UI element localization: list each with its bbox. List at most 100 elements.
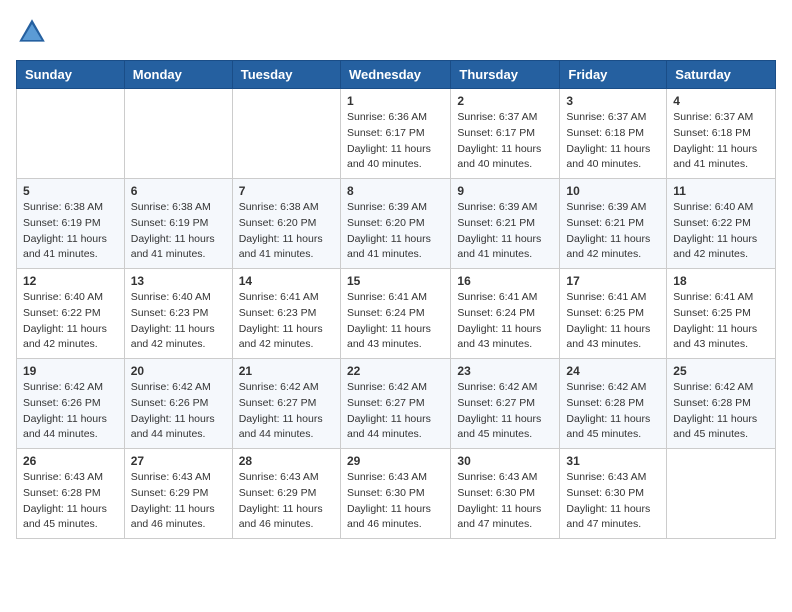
calendar-cell: 16 Sunrise: 6:41 AM Sunset: 6:24 PM Dayli… <box>451 269 560 359</box>
day-info: Sunrise: 6:39 AM Sunset: 6:21 PM Dayligh… <box>457 200 553 263</box>
calendar-cell: 19Sunrise: 6:42 AM Sunset: 6:26 PM Dayli… <box>17 359 125 449</box>
calendar-cell: 18 Sunrise: 6:41 AM Sunset: 6:25 PM Dayli… <box>667 269 776 359</box>
calendar-cell: 22 Sunrise: 6:42 AM Sunset: 6:27 PM Dayli… <box>340 359 450 449</box>
day-number: 3 <box>566 94 660 108</box>
calendar-table: SundayMondayTuesdayWednesdayThursdayFrid… <box>16 60 776 539</box>
day-info: Sunrise: 6:40 AM Sunset: 6:22 PM Dayligh… <box>23 290 118 353</box>
day-info: Sunrise: 6:41 AM Sunset: 6:24 PM Dayligh… <box>457 290 553 353</box>
day-number: 20 <box>131 364 226 378</box>
calendar-cell: 13 Sunrise: 6:40 AM Sunset: 6:23 PM Dayli… <box>124 269 232 359</box>
day-number: 2 <box>457 94 553 108</box>
day-of-week-header: Wednesday <box>340 61 450 89</box>
calendar-cell: 2 Sunrise: 6:37 AM Sunset: 6:17 PM Daylig… <box>451 89 560 179</box>
day-number: 27 <box>131 454 226 468</box>
calendar-cell: 26Sunrise: 6:43 AM Sunset: 6:28 PM Dayli… <box>17 449 125 539</box>
calendar-cell <box>232 89 340 179</box>
calendar-week-row: 1 Sunrise: 6:36 AM Sunset: 6:17 PM Daylig… <box>17 89 776 179</box>
calendar-cell: 7 Sunrise: 6:38 AM Sunset: 6:20 PM Daylig… <box>232 179 340 269</box>
calendar-cell: 15Sunrise: 6:41 AM Sunset: 6:24 PM Dayli… <box>340 269 450 359</box>
day-info: Sunrise: 6:37 AM Sunset: 6:17 PM Dayligh… <box>457 110 553 173</box>
day-number: 29 <box>347 454 444 468</box>
calendar-header-row: SundayMondayTuesdayWednesdayThursdayFrid… <box>17 61 776 89</box>
calendar-cell: 9Sunrise: 6:39 AM Sunset: 6:21 PM Daylig… <box>451 179 560 269</box>
calendar-cell: 14Sunrise: 6:41 AM Sunset: 6:23 PM Dayli… <box>232 269 340 359</box>
day-number: 28 <box>239 454 334 468</box>
calendar-cell: 1 Sunrise: 6:36 AM Sunset: 6:17 PM Daylig… <box>340 89 450 179</box>
day-info: Sunrise: 6:38 AM Sunset: 6:19 PM Dayligh… <box>23 200 118 263</box>
day-info: Sunrise: 6:43 AM Sunset: 6:30 PM Dayligh… <box>457 470 553 533</box>
calendar-cell <box>124 89 232 179</box>
day-info: Sunrise: 6:43 AM Sunset: 6:29 PM Dayligh… <box>239 470 334 533</box>
day-number: 4 <box>673 94 769 108</box>
calendar-week-row: 26Sunrise: 6:43 AM Sunset: 6:28 PM Dayli… <box>17 449 776 539</box>
page-header <box>16 16 776 48</box>
calendar-cell: 24 Sunrise: 6:42 AM Sunset: 6:28 PM Dayli… <box>560 359 667 449</box>
day-info: Sunrise: 6:39 AM Sunset: 6:21 PM Dayligh… <box>566 200 660 263</box>
day-number: 22 <box>347 364 444 378</box>
calendar-cell: 21 Sunrise: 6:42 AM Sunset: 6:27 PM Dayli… <box>232 359 340 449</box>
day-number: 24 <box>566 364 660 378</box>
calendar-cell <box>667 449 776 539</box>
calendar-cell: 3 Sunrise: 6:37 AM Sunset: 6:18 PM Daylig… <box>560 89 667 179</box>
day-info: Sunrise: 6:36 AM Sunset: 6:17 PM Dayligh… <box>347 110 444 173</box>
calendar-cell: 17Sunrise: 6:41 AM Sunset: 6:25 PM Dayli… <box>560 269 667 359</box>
logo <box>16 16 52 48</box>
day-number: 15 <box>347 274 444 288</box>
day-number: 23 <box>457 364 553 378</box>
day-info: Sunrise: 6:42 AM Sunset: 6:27 PM Dayligh… <box>347 380 444 443</box>
calendar-cell: 12 Sunrise: 6:40 AM Sunset: 6:22 PM Dayli… <box>17 269 125 359</box>
day-info: Sunrise: 6:42 AM Sunset: 6:26 PM Dayligh… <box>131 380 226 443</box>
calendar-week-row: 19Sunrise: 6:42 AM Sunset: 6:26 PM Dayli… <box>17 359 776 449</box>
day-number: 6 <box>131 184 226 198</box>
day-number: 16 <box>457 274 553 288</box>
day-info: Sunrise: 6:42 AM Sunset: 6:27 PM Dayligh… <box>457 380 553 443</box>
day-number: 1 <box>347 94 444 108</box>
day-info: Sunrise: 6:43 AM Sunset: 6:30 PM Dayligh… <box>347 470 444 533</box>
day-number: 26 <box>23 454 118 468</box>
day-info: Sunrise: 6:37 AM Sunset: 6:18 PM Dayligh… <box>673 110 769 173</box>
day-number: 7 <box>239 184 334 198</box>
calendar-cell <box>17 89 125 179</box>
calendar-cell: 31 Sunrise: 6:43 AM Sunset: 6:30 PM Dayli… <box>560 449 667 539</box>
logo-icon <box>16 16 48 48</box>
day-number: 5 <box>23 184 118 198</box>
day-info: Sunrise: 6:40 AM Sunset: 6:23 PM Dayligh… <box>131 290 226 353</box>
day-number: 31 <box>566 454 660 468</box>
calendar-cell: 10 Sunrise: 6:39 AM Sunset: 6:21 PM Dayli… <box>560 179 667 269</box>
calendar-cell: 25 Sunrise: 6:42 AM Sunset: 6:28 PM Dayli… <box>667 359 776 449</box>
day-number: 18 <box>673 274 769 288</box>
day-number: 21 <box>239 364 334 378</box>
day-number: 12 <box>23 274 118 288</box>
day-of-week-header: Sunday <box>17 61 125 89</box>
day-info: Sunrise: 6:42 AM Sunset: 6:28 PM Dayligh… <box>566 380 660 443</box>
day-of-week-header: Friday <box>560 61 667 89</box>
day-info: Sunrise: 6:39 AM Sunset: 6:20 PM Dayligh… <box>347 200 444 263</box>
day-number: 13 <box>131 274 226 288</box>
day-info: Sunrise: 6:42 AM Sunset: 6:26 PM Dayligh… <box>23 380 118 443</box>
day-number: 10 <box>566 184 660 198</box>
day-info: Sunrise: 6:40 AM Sunset: 6:22 PM Dayligh… <box>673 200 769 263</box>
day-number: 14 <box>239 274 334 288</box>
day-info: Sunrise: 6:38 AM Sunset: 6:19 PM Dayligh… <box>131 200 226 263</box>
day-info: Sunrise: 6:43 AM Sunset: 6:29 PM Dayligh… <box>131 470 226 533</box>
calendar-cell: 29 Sunrise: 6:43 AM Sunset: 6:30 PM Dayli… <box>340 449 450 539</box>
day-info: Sunrise: 6:41 AM Sunset: 6:25 PM Dayligh… <box>673 290 769 353</box>
calendar-cell: 27 Sunrise: 6:43 AM Sunset: 6:29 PM Dayli… <box>124 449 232 539</box>
calendar-cell: 23 Sunrise: 6:42 AM Sunset: 6:27 PM Dayli… <box>451 359 560 449</box>
day-info: Sunrise: 6:38 AM Sunset: 6:20 PM Dayligh… <box>239 200 334 263</box>
day-info: Sunrise: 6:42 AM Sunset: 6:27 PM Dayligh… <box>239 380 334 443</box>
day-of-week-header: Tuesday <box>232 61 340 89</box>
calendar-cell: 8Sunrise: 6:39 AM Sunset: 6:20 PM Daylig… <box>340 179 450 269</box>
calendar-cell: 5 Sunrise: 6:38 AM Sunset: 6:19 PM Daylig… <box>17 179 125 269</box>
day-number: 11 <box>673 184 769 198</box>
day-of-week-header: Saturday <box>667 61 776 89</box>
day-number: 25 <box>673 364 769 378</box>
calendar-cell: 28 Sunrise: 6:43 AM Sunset: 6:29 PM Dayli… <box>232 449 340 539</box>
calendar-cell: 4 Sunrise: 6:37 AM Sunset: 6:18 PM Daylig… <box>667 89 776 179</box>
calendar-cell: 11 Sunrise: 6:40 AM Sunset: 6:22 PM Dayli… <box>667 179 776 269</box>
day-info: Sunrise: 6:37 AM Sunset: 6:18 PM Dayligh… <box>566 110 660 173</box>
day-of-week-header: Thursday <box>451 61 560 89</box>
day-info: Sunrise: 6:43 AM Sunset: 6:30 PM Dayligh… <box>566 470 660 533</box>
calendar-week-row: 12 Sunrise: 6:40 AM Sunset: 6:22 PM Dayli… <box>17 269 776 359</box>
day-info: Sunrise: 6:42 AM Sunset: 6:28 PM Dayligh… <box>673 380 769 443</box>
